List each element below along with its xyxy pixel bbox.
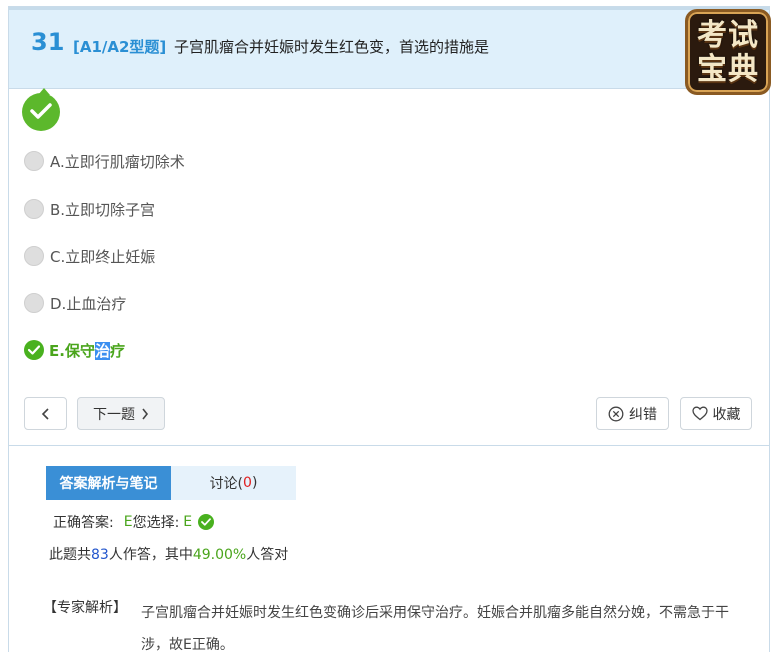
correct-answer-label: 正确答案: xyxy=(53,515,114,531)
question-type: [A1/A2型题] xyxy=(73,38,167,56)
discussion-count: 0 xyxy=(243,475,252,491)
favorite-label: 收藏 xyxy=(712,406,741,423)
radio-icon[interactable] xyxy=(24,246,44,266)
option-b[interactable]: B.立即切除子宫 xyxy=(24,197,155,221)
question-number: 31 xyxy=(31,28,65,56)
radio-icon[interactable] xyxy=(24,199,44,219)
option-label: D.止血治疗 xyxy=(50,294,127,313)
check-circle-icon xyxy=(24,340,44,360)
report-label: 纠错 xyxy=(629,406,657,423)
question-text: 子宫肌瘤合并妊娠时发生红色变，首选的措施是 xyxy=(174,38,490,56)
option-d[interactable]: D.止血治疗 xyxy=(24,291,126,315)
option-label: E.保守治疗 xyxy=(49,341,125,360)
tab-analysis[interactable]: 答案解析与笔记 xyxy=(46,466,171,500)
error-circle-icon xyxy=(608,406,624,421)
section-divider xyxy=(9,445,769,446)
question-header: 31 [A1/A2型题] 子宫肌瘤合并妊娠时发生红色变，首选的措施是 xyxy=(9,7,769,89)
next-label: 下一题 xyxy=(93,406,135,423)
answered-correct-icon xyxy=(22,88,60,131)
option-a[interactable]: A.立即行肌瘤切除术 xyxy=(24,149,185,173)
answer-count: 83 xyxy=(91,547,109,563)
logo-text-line1: 考试 xyxy=(697,18,759,53)
question-card: 31 [A1/A2型题] 子宫肌瘤合并妊娠时发生红色变，首选的措施是 考试 宝典… xyxy=(8,6,771,652)
your-answer-label: 您选择: xyxy=(132,515,180,531)
radio-icon[interactable] xyxy=(24,293,44,313)
radio-icon[interactable] xyxy=(24,151,44,171)
option-c[interactable]: C.立即终止妊娠 xyxy=(24,244,155,268)
chevron-left-icon xyxy=(41,407,49,420)
explanation-text: 子宫肌瘤合并妊娠时发生红色变确诊后采用保守治疗。妊娠合并肌瘤多能自然分娩，不需急… xyxy=(141,605,729,652)
favorite-button[interactable]: 收藏 xyxy=(680,397,752,430)
option-label: A.立即行肌瘤切除术 xyxy=(50,152,185,171)
option-label: C.立即终止妊娠 xyxy=(50,247,156,266)
heart-icon xyxy=(691,406,708,421)
option-label: B.立即切除子宫 xyxy=(50,200,156,219)
your-answer-value: E xyxy=(183,514,193,530)
answer-stats: 此题共83人作答，其中49.00%人答对 xyxy=(49,547,289,563)
answer-summary: 正确答案: E 您选择: E xyxy=(53,512,215,532)
prev-button[interactable] xyxy=(24,397,67,430)
report-error-button[interactable]: 纠错 xyxy=(596,397,669,430)
correct-rate: 49.00% xyxy=(192,547,247,563)
next-question-button[interactable]: 下一题 xyxy=(77,397,165,430)
logo-text-line2: 宝典 xyxy=(697,52,759,87)
check-circle-icon xyxy=(198,514,215,530)
tab-discussion[interactable]: 讨论(0) xyxy=(171,466,296,500)
explanation-label: 【专家解析】 xyxy=(43,600,127,616)
chevron-right-icon xyxy=(142,408,149,419)
app-logo: 考试 宝典 xyxy=(685,9,771,95)
text-selection: 治 xyxy=(94,341,110,360)
option-e[interactable]: E.保守治疗 xyxy=(24,338,125,362)
correct-answer-value: E xyxy=(123,514,133,530)
